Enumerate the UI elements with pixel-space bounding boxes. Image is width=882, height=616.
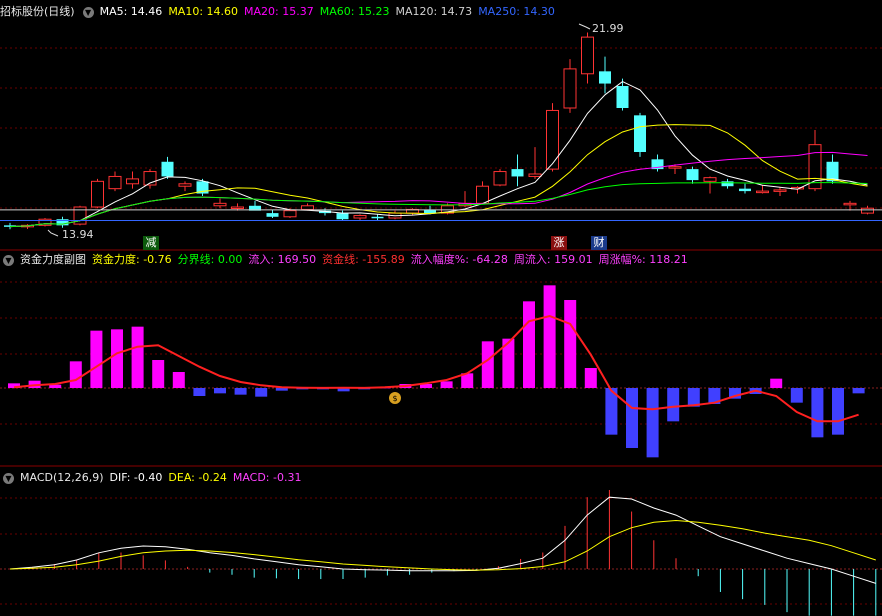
sub1-title: 资金力度副图 [20,253,86,266]
week-gain-value: 周涨幅%: 118.21 [598,253,688,266]
sub1-dropdown-icon[interactable]: ▼ [3,254,14,266]
main-title: 招标股份(日线) [0,5,75,18]
candle [336,210,349,221]
ma10-value: MA10: 14.60 [168,5,239,18]
divider-value: 分界线: 0.00 [177,253,243,266]
inflow-value: 流入: 169.50 [248,253,317,266]
low-marker-arrow [47,229,59,237]
macd-value: MACD: -0.31 [232,471,302,484]
ma20-value: MA20: 15.37 [244,5,314,18]
ma5-value: MA5: 14.46 [99,5,163,18]
fund-bar [667,388,680,422]
fund-bar [111,329,123,388]
settings-dropdown-icon[interactable]: ▼ [82,6,94,18]
fund-bar [646,388,659,458]
fund-bar [131,326,144,388]
fund-bar [90,330,103,388]
candle [686,166,699,184]
candle [739,183,751,194]
fund-bar [811,388,824,438]
candle [73,205,87,226]
chart-canvas: $ [0,23,882,616]
fund-bar [440,381,453,388]
candle [371,214,384,221]
fund-bar [584,368,597,388]
fund-bar [69,361,82,388]
fund-bar [543,285,556,388]
fund-line-value: 资金线: -155.89 [322,253,405,266]
candle [651,154,664,172]
high-price-label: 21.99 [592,22,624,35]
candle [178,181,192,192]
candle [808,130,822,192]
fund-bar [626,388,638,448]
candle [353,214,367,221]
sub1-header: ▼ 资金力度副图 资金力度: -0.76 分界线: 0.00 流入: 169.50 资金线… [0,252,694,268]
candle [213,198,227,209]
ma60-value: MA60: 15.23 [319,5,390,18]
fund-bar [234,388,247,395]
fund-bar [832,388,844,435]
low-price-label: 13.94 [62,228,94,241]
candle [721,178,734,189]
candle [563,59,577,113]
candle [91,178,104,209]
ma10-line [9,124,868,228]
money-bag-icon: $ [389,392,401,404]
sub2-dropdown-icon[interactable]: ▼ [3,472,14,484]
candle [108,171,122,192]
high-marker-arrow [578,23,591,30]
fund-bar [523,301,535,388]
candle [756,185,769,194]
candle [161,156,174,179]
candle [38,218,52,227]
candle [773,187,787,196]
fund-bar [564,300,577,388]
candle [703,176,717,194]
candle [528,147,542,179]
candle [476,181,489,205]
dea-value: DEA: -0.24 [168,471,227,484]
finance-tag: 财 [591,236,607,250]
dif-value: DIF: -0.40 [109,471,163,484]
candle [126,171,139,189]
ma250-value: MA250: 14.30 [478,5,555,18]
fund-bar [275,388,288,391]
grid-lines [0,47,882,605]
candle [546,103,559,172]
limit-up-tag: 涨 [551,236,567,250]
candle [634,112,646,157]
reduce-tag: 减 [143,236,159,250]
candle [511,154,524,187]
week-inflow-value: 周流入: 159.01 [513,253,593,266]
fund-strength-value: 资金力度: -0.76 [92,253,172,266]
candle [843,200,857,211]
fund-bar [152,360,165,388]
candle [56,216,69,228]
fund-bar [790,388,803,403]
dif-line [9,496,876,584]
fund-bar [770,378,783,388]
ma120-value: MA120: 14.73 [395,5,473,18]
candle [249,200,261,211]
macd-title: MACD(12,26,9) [20,471,104,484]
fund-bar [214,388,226,394]
fund-bar [172,372,185,388]
main-header: 招标股份(日线) ▼ MA5: 14.46 MA10: 14.60 MA20: 15.3… [0,4,561,20]
candle [266,209,279,218]
fund-bar [481,341,494,388]
svg-text:$: $ [392,394,397,403]
candle [196,178,209,196]
candle [581,32,594,84]
fund-bar [852,388,865,394]
inflow-pct-value: 流入幅度%: -64.28 [410,253,508,266]
fund-bar [193,388,206,396]
candle [493,169,507,187]
fund-bar [255,388,268,397]
sub2-header: ▼ MACD(12,26,9) DIF: -0.40 DEA: -0.24 MACD: … [0,470,307,486]
